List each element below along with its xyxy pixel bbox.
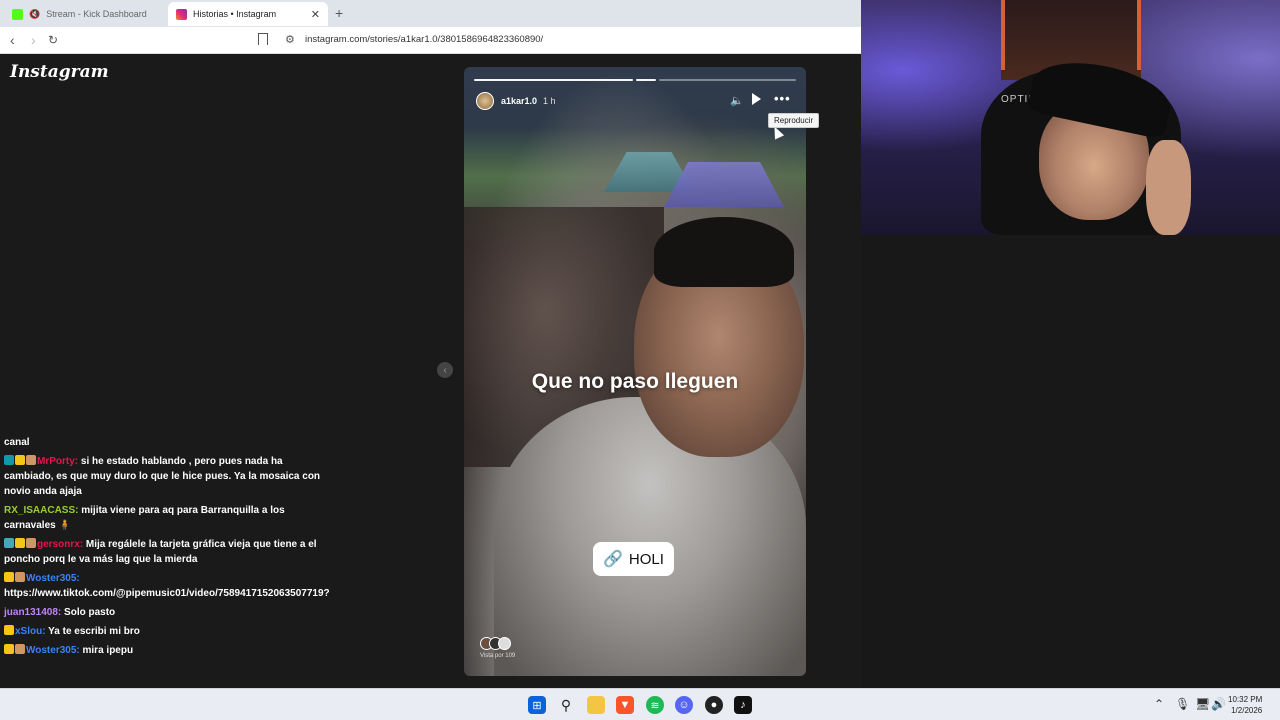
viewer-avatars (480, 637, 515, 650)
bookmark-icon[interactable] (258, 33, 268, 45)
story-photo-detail (664, 162, 784, 207)
webcam-detail (1001, 0, 1005, 70)
file-explorer-icon[interactable] (587, 696, 605, 714)
microphone-icon[interactable]: 🎙 (1175, 697, 1190, 711)
play-icon[interactable] (752, 93, 761, 105)
story-header: a1kar1.0 1 h 🔈 ••• (476, 91, 796, 140)
url-field[interactable]: instagram.com/stories/a1kar1.0/380158696… (305, 34, 543, 45)
chat-text: Solo pasto (61, 607, 116, 618)
tab-kick-dashboard[interactable]: 🔇 Stream - Kick Dashboard (4, 2, 166, 26)
chat-message: gersonrx: Mija regálele la tarjeta gráfi… (4, 537, 324, 567)
new-tab-button[interactable]: + (335, 5, 343, 21)
chat-text: canal (4, 437, 30, 448)
stream-chat: canal MrPorty: si he estado hablando , pe… (4, 435, 330, 662)
site-info-icon[interactable]: ⚙ (285, 33, 295, 46)
search-icon[interactable]: ⚲ (557, 696, 575, 714)
forward-icon[interactable]: › (31, 32, 36, 48)
chat-text: mira ipepu (79, 645, 134, 656)
windows-start-icon[interactable]: ⊞ (528, 696, 546, 714)
story-username[interactable]: a1kar1.0 (501, 96, 537, 106)
chat-username[interactable]: Woster305: (26, 645, 80, 656)
chat-message: canal (4, 435, 324, 450)
viewer-avatar (498, 637, 511, 650)
kick-icon (12, 8, 23, 20)
chat-message: xSlou: Ya te escribi mi bro (4, 624, 324, 639)
right-pane (861, 235, 1280, 688)
screen: 🔇 Stream - Kick Dashboard Historias • In… (0, 0, 1280, 720)
more-options-icon[interactable]: ••• (774, 91, 791, 106)
chat-username[interactable]: gersonrx: (37, 539, 83, 550)
chat-username[interactable]: juan131408: (4, 607, 61, 618)
obs-icon[interactable]: ● (705, 696, 723, 714)
close-tab-icon[interactable]: ✕ (311, 8, 320, 21)
chat-username[interactable]: xSlou: (15, 626, 46, 637)
chat-username[interactable]: Woster305: (26, 573, 80, 584)
chat-badge-icon (4, 538, 14, 548)
chat-username[interactable]: RX_ISAACASS: (4, 505, 78, 516)
chat-message: Woster305: https://www.tiktok.com/@pipem… (4, 571, 330, 601)
progress-segment (636, 79, 656, 81)
chat-badge-icon (15, 572, 25, 582)
tab-instagram-stories[interactable]: Historias • Instagram ✕ (168, 2, 328, 26)
chat-badge-icon (4, 455, 14, 465)
story-avatar[interactable] (476, 92, 494, 110)
webcam-detail (1146, 140, 1191, 235)
chat-badge-icon (26, 455, 36, 465)
chat-badge-icon (15, 644, 25, 654)
chat-message: Woster305: mira ipepu (4, 643, 324, 658)
story-viewers[interactable]: Vista por 109 (480, 637, 515, 659)
chat-badge-icon (15, 455, 25, 465)
chevron-up-icon[interactable]: ⌃ (1154, 697, 1164, 711)
viewers-label: Vista por 109 (480, 653, 516, 659)
link-icon: 🔗 (603, 551, 623, 568)
address-bar: ‹ › ↻ ⚙ instagram.com/stories/a1kar1.0/3… (0, 27, 861, 54)
chat-badge-icon (4, 644, 14, 654)
story-time: 1 h (543, 96, 556, 106)
chat-message: MrPorty: si he estado hablando , pero pu… (4, 454, 324, 499)
clock[interactable]: 10:32 PM 1/2/2026 (1228, 694, 1262, 716)
chat-badge-icon (4, 572, 14, 582)
discord-icon[interactable]: ☺ (675, 696, 693, 714)
volume-icon[interactable]: 🔈 (730, 94, 744, 107)
previous-story-icon[interactable]: ‹ (437, 362, 453, 378)
chat-message: juan131408: Solo pasto (4, 605, 324, 620)
play-tooltip: Reproducir (768, 113, 820, 128)
chat-badge-icon (26, 538, 36, 548)
brave-browser-icon[interactable]: ▼ (616, 696, 634, 714)
volume-icon[interactable]: 🔊 (1211, 697, 1226, 711)
chat-text: https://www.tiktok.com/@pipemusic01/vide… (4, 588, 330, 599)
progress-segment (474, 79, 633, 81)
instagram-icon (176, 8, 187, 20)
taskbar: ⊞ ⚲ ▼ ≋ ☺ ● ♪ ⌃ 🎙 🖥 🔊 10:32 PM 1/2/2026 (0, 688, 1280, 720)
browser-tab-bar: 🔇 Stream - Kick Dashboard Historias • In… (0, 0, 861, 27)
chat-message: RX_ISAACASS: mijita viene para aq para B… (4, 503, 324, 533)
spotify-icon[interactable]: ≋ (646, 696, 664, 714)
clock-date: 1/2/2026 (1231, 706, 1263, 715)
chat-username[interactable]: MrPorty: (37, 456, 78, 467)
instagram-logo[interactable]: Instagram (10, 62, 109, 82)
muted-icon: 🔇 (29, 8, 41, 19)
link-sticker-label: HOLI (628, 550, 664, 568)
webcam-detail (1137, 0, 1141, 70)
network-icon[interactable]: 🖥 (1195, 697, 1210, 711)
chat-text: Ya te escribi mi bro (45, 626, 140, 637)
tab-title: Historias • Instagram (193, 9, 277, 19)
progress-segment (659, 79, 796, 81)
reload-icon[interactable]: ↻ (48, 33, 58, 47)
story-caption: Que no paso lleguen (531, 370, 739, 393)
tiktok-icon[interactable]: ♪ (734, 696, 752, 714)
tab-title: Stream - Kick Dashboard (46, 9, 147, 19)
clock-time: 10:32 PM (1228, 695, 1263, 704)
chat-badge-icon (4, 625, 14, 635)
story-photo-detail (654, 217, 794, 287)
story-viewer[interactable]: a1kar1.0 1 h 🔈 ••• Que no paso lleguen 🔗… (464, 67, 806, 676)
story-progress-bar (474, 79, 796, 81)
chat-badge-icon (15, 538, 25, 548)
link-sticker[interactable]: 🔗 HOLI (593, 542, 674, 576)
webcam-feed: OPTIMUS (861, 0, 1280, 235)
back-icon[interactable]: ‹ (10, 32, 15, 48)
